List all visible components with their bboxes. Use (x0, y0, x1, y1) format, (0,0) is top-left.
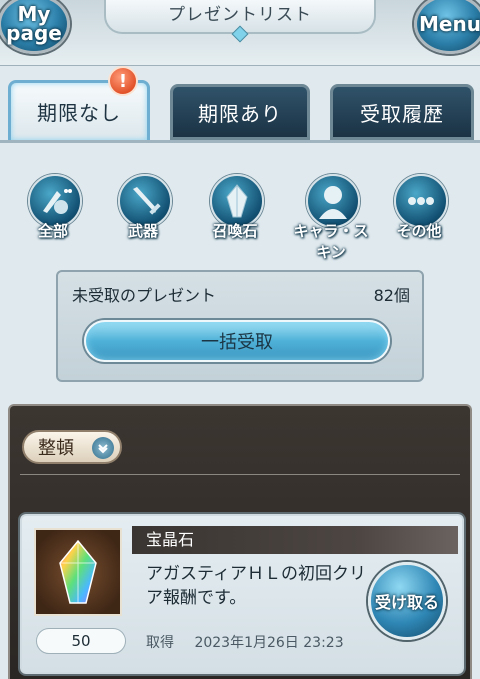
receive-button[interactable]: 受け取る (368, 562, 446, 640)
list-item: 宝晶石 アガスティアＨＬの初回クリア報酬です。 50 取得 2023年1月26日… (20, 514, 464, 674)
sort-label: 整頓 (38, 438, 74, 459)
acquired-label: 取得 (146, 635, 174, 651)
item-name: 宝晶石 (132, 526, 458, 554)
item-acquired: 取得 2023年1月26日 23:23 (146, 632, 360, 652)
category-filters: 全部 武器 召喚石 キャラ・スキン その他 (0, 160, 480, 261)
filter-label: 召喚石 (212, 222, 258, 240)
mypage-label-line2: page (6, 21, 62, 45)
mypage-button[interactable]: My page (0, 0, 70, 54)
unclaimed-label: 未受取のプレゼント (72, 286, 217, 305)
filter-all[interactable]: 全部 (14, 170, 92, 248)
acquired-date: 2023年1月26日 23:23 (194, 635, 344, 651)
item-quantity: 50 (36, 628, 126, 654)
tab-label: 期限あり (198, 101, 282, 126)
filter-other[interactable]: その他 (380, 170, 458, 248)
present-list-panel: 整頓 宝晶石 アガスティアＨＬの初回クリア報酬です。 50 取得 2023年1月… (8, 404, 472, 679)
unclaimed-panel: 未受取のプレゼント 82個 一括受取 (56, 270, 424, 382)
receive-label: 受け取る (374, 593, 439, 612)
tab-bar: 期限なし ! 期限あり 受取履歴 (0, 66, 480, 142)
filter-label: 全部 (37, 222, 68, 240)
tab-label: 受取履歴 (360, 101, 444, 126)
item-description: アガスティアＨＬの初回クリア報酬です。 (146, 564, 366, 608)
menu-label: Menu (419, 11, 480, 36)
unclaimed-count: 82個 (373, 286, 410, 305)
tab-underline (0, 140, 480, 143)
tab-history[interactable]: 受取履歴 (330, 84, 474, 140)
tab-with-expiry[interactable]: 期限あり (170, 84, 310, 140)
claim-all-label: 一括受取 (201, 332, 273, 353)
divider (20, 474, 460, 475)
filter-label: 武器 (127, 222, 158, 240)
claim-all-button[interactable]: 一括受取 (84, 320, 390, 362)
tab-label: 期限なし (37, 101, 121, 125)
filter-summon-stone[interactable]: 召喚石 (196, 170, 274, 248)
crystal-icon (34, 528, 122, 616)
chevron-down-icon (92, 437, 114, 459)
sort-button[interactable]: 整頓 (22, 430, 122, 464)
filter-label: キャラ・スキン (293, 222, 369, 261)
filter-label: その他 (396, 222, 442, 240)
filter-weapon[interactable]: 武器 (104, 170, 182, 248)
alert-badge-icon: ! (108, 66, 138, 96)
header-bar: My page プレゼントリスト Menu (0, 0, 480, 66)
menu-button[interactable]: Menu (414, 0, 480, 54)
filter-character-skin[interactable]: キャラ・スキン (292, 170, 370, 261)
